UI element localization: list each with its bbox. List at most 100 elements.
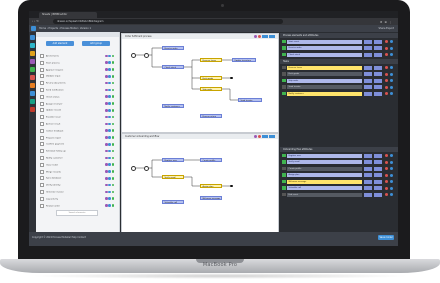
sidebar-item[interactable]: All elements bbox=[40, 54, 116, 58]
attribute-cell[interactable] bbox=[364, 78, 372, 83]
add-group-button[interactable]: Add group bbox=[82, 41, 110, 46]
sidebar-item[interactable]: Send notification bbox=[40, 88, 116, 92]
checkbox[interactable] bbox=[282, 166, 286, 170]
checkbox[interactable] bbox=[282, 85, 286, 89]
attribute-cell[interactable] bbox=[374, 78, 382, 83]
attribute-cell[interactable] bbox=[364, 192, 372, 197]
task-node[interactable]: Ship order bbox=[200, 87, 222, 91]
attribute-cell[interactable] bbox=[364, 186, 372, 190]
delete-icon[interactable] bbox=[385, 180, 388, 183]
task-node[interactable]: Send invoice bbox=[238, 98, 262, 102]
task-node[interactable]: Verify email bbox=[162, 175, 184, 179]
sidebar-item[interactable]: Escalate issue bbox=[40, 115, 116, 120]
attribute-cell[interactable] bbox=[374, 166, 382, 171]
attribute-cell[interactable] bbox=[374, 179, 382, 184]
checkbox[interactable] bbox=[40, 190, 44, 194]
tool-icon[interactable] bbox=[30, 35, 35, 40]
attribute-cell[interactable] bbox=[374, 72, 382, 76]
task-node[interactable]: Register user bbox=[162, 158, 184, 162]
checkbox[interactable] bbox=[282, 52, 286, 56]
attribute-cell[interactable] bbox=[374, 39, 382, 44]
attribute-cell[interactable] bbox=[364, 52, 372, 57]
attribute-cell[interactable] bbox=[364, 91, 372, 96]
edit-icon[interactable] bbox=[390, 167, 393, 170]
search-input[interactable]: Search elements bbox=[56, 210, 98, 216]
task-node[interactable]: Pack goods bbox=[200, 76, 222, 80]
checkbox[interactable] bbox=[282, 65, 286, 69]
sidebar-item[interactable]: Schedule follow-up bbox=[40, 149, 116, 154]
attribute-row[interactable]: Send invoice bbox=[282, 85, 396, 90]
attribute-cell[interactable] bbox=[364, 85, 372, 89]
sidebar-item[interactable]: Sync database bbox=[40, 176, 116, 181]
gateway[interactable] bbox=[144, 52, 149, 58]
attribute-cell[interactable] bbox=[374, 160, 382, 164]
checkbox[interactable] bbox=[40, 115, 44, 120]
attribute-cell[interactable] bbox=[374, 85, 382, 89]
sidebar-item[interactable]: Finalize order bbox=[40, 203, 116, 208]
attribute-row[interactable]: Create profile bbox=[282, 166, 396, 171]
attribute-row[interactable]: Schedule call bbox=[282, 186, 396, 191]
attribute-cell[interactable] bbox=[364, 65, 372, 70]
checkbox[interactable] bbox=[282, 173, 286, 177]
delete-icon[interactable] bbox=[385, 193, 388, 196]
attribute-cell[interactable] bbox=[374, 186, 382, 190]
task-node[interactable]: Assign plan bbox=[200, 184, 222, 188]
sidebar-item[interactable]: Start process bbox=[40, 60, 116, 65]
sidebar-item[interactable]: Approve request bbox=[40, 67, 116, 72]
checkbox[interactable] bbox=[40, 54, 44, 58]
sidebar-item[interactable]: Log activity bbox=[40, 196, 116, 201]
attribute-row[interactable]: Notify customer bbox=[282, 91, 396, 96]
edit-icon[interactable] bbox=[390, 53, 393, 56]
attribute-row[interactable]: Welcome message bbox=[282, 179, 396, 184]
delete-icon[interactable] bbox=[385, 160, 388, 164]
save-button[interactable]: Save model bbox=[378, 235, 394, 240]
edit-icon[interactable] bbox=[390, 186, 393, 190]
delete-icon[interactable] bbox=[385, 173, 388, 177]
start-event[interactable] bbox=[131, 52, 136, 58]
checkbox[interactable] bbox=[40, 94, 44, 99]
extension-icons[interactable]: ★ ⊕ ⋮ bbox=[378, 20, 392, 24]
checkbox[interactable] bbox=[282, 78, 286, 82]
checkbox[interactable] bbox=[282, 72, 286, 76]
sidebar-item[interactable]: Assign reviewer bbox=[40, 101, 116, 106]
checkbox[interactable] bbox=[40, 183, 44, 188]
attribute-cell[interactable] bbox=[364, 46, 372, 50]
sidebar-item[interactable]: Close ticket bbox=[40, 162, 116, 167]
sidebar-item[interactable]: Generate invoice bbox=[40, 190, 116, 194]
checkbox[interactable] bbox=[40, 101, 44, 106]
tool-icon[interactable] bbox=[30, 67, 35, 72]
task-node[interactable]: Update inventory bbox=[232, 58, 256, 62]
sidebar-item[interactable]: Prepare report bbox=[40, 135, 116, 140]
attribute-row[interactable]: End event bbox=[282, 192, 396, 197]
edit-icon[interactable] bbox=[390, 92, 393, 95]
edit-icon[interactable] bbox=[390, 72, 393, 76]
tool-icon[interactable] bbox=[30, 91, 35, 96]
sidebar-item[interactable]: Validate input bbox=[40, 74, 116, 79]
checkbox[interactable] bbox=[40, 67, 44, 72]
attribute-row[interactable]: Start event bbox=[282, 39, 396, 44]
edit-icon[interactable] bbox=[390, 79, 393, 82]
attribute-cell[interactable] bbox=[374, 153, 382, 158]
attribute-cell[interactable] bbox=[364, 39, 372, 44]
checkbox[interactable] bbox=[40, 176, 44, 181]
checkbox[interactable] bbox=[40, 74, 44, 79]
delete-icon[interactable] bbox=[385, 79, 388, 82]
checkbox[interactable] bbox=[40, 203, 44, 208]
task-node[interactable]: Receive order bbox=[162, 46, 184, 50]
attribute-cell[interactable] bbox=[374, 46, 382, 50]
checkbox[interactable] bbox=[40, 128, 44, 133]
delete-icon[interactable] bbox=[385, 72, 388, 76]
address-bar[interactable]: drawio.io/?splash=0#G1m8K2diagram bbox=[53, 19, 283, 24]
checkbox[interactable] bbox=[282, 39, 286, 43]
edit-icon[interactable] bbox=[390, 160, 393, 164]
delete-icon[interactable] bbox=[385, 154, 388, 157]
nav-arrows-icon[interactable]: ‹ › ↻ bbox=[32, 19, 39, 24]
edit-icon[interactable] bbox=[390, 85, 393, 89]
checkbox[interactable] bbox=[40, 162, 44, 167]
task-node[interactable]: Check stock bbox=[162, 65, 184, 69]
end-event[interactable] bbox=[230, 184, 233, 188]
sidebar-item[interactable]: Verify identity bbox=[40, 183, 116, 188]
task-node[interactable]: Create profile bbox=[200, 158, 222, 162]
task-node[interactable]: Process return bbox=[200, 114, 222, 118]
tool-icon[interactable] bbox=[30, 51, 35, 56]
